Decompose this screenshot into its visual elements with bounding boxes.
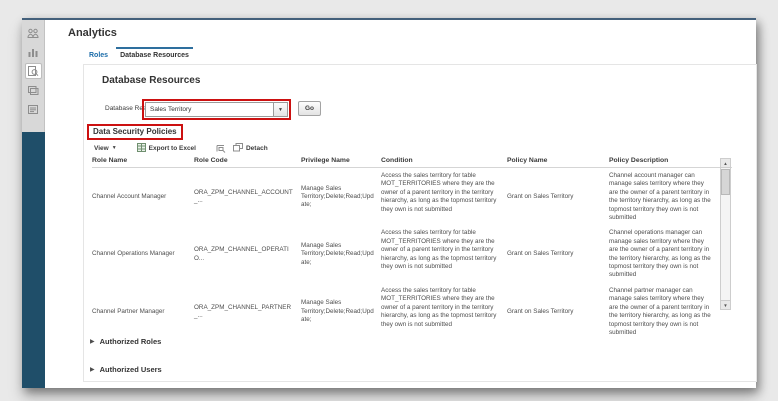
policies-toolbar: View ▼ Export to Excel Detach [94, 141, 268, 155]
cell-privilege-name: Manage Sales Territory;Delete;Read;Updat… [301, 184, 374, 209]
expand-triangle-icon: ▶ [90, 339, 95, 345]
table-row[interactable]: Channel Account Manager ORA_ZPM_CHANNEL_… [92, 168, 732, 225]
cell-privilege-name: Manage Sales Territory;Delete;Read;Updat… [301, 242, 374, 266]
resource-filter-row: Database Resource Sales Territory ▼ Go [84, 99, 756, 121]
column-header-policy-description[interactable]: Policy Description [609, 157, 718, 164]
dropdown-selected-value: Sales Territory [150, 106, 192, 113]
cell-policy-name: Grant on Sales Territory [507, 250, 574, 258]
query-by-example-button[interactable] [216, 144, 226, 153]
table-header-row: Role Name Role Code Privilege Name Condi… [92, 157, 732, 168]
pages-icon[interactable] [25, 82, 42, 98]
detach-label: Detach [245, 144, 268, 152]
authorized-users-label: Authorized Users [99, 365, 162, 374]
sidebar-icon-tray [22, 20, 45, 132]
table-scrollbar[interactable]: ▲ ▼ [720, 158, 731, 310]
authorized-roles-label: Authorized Roles [99, 337, 162, 346]
authorized-users-section[interactable]: ▶ Authorized Users [90, 365, 162, 374]
cell-role-name: Channel Operations Manager [92, 250, 175, 258]
cell-role-name: Channel Account Manager [92, 193, 167, 201]
database-resources-panel: Database Resources Database Resource Sal… [83, 64, 757, 382]
column-header-policy-name[interactable]: Policy Name [507, 157, 609, 164]
scroll-up-icon[interactable]: ▲ [721, 159, 730, 168]
main-content: Analytics Roles Database Resources Datab… [45, 20, 757, 388]
go-button[interactable]: Go [298, 101, 322, 116]
cell-condition: Access the sales territory for table MOT… [381, 172, 497, 213]
database-resource-dropdown[interactable]: Sales Territory ▼ [145, 102, 288, 117]
cell-privilege-name: Manage Sales Territory;Delete;Read;Updat… [301, 299, 374, 324]
cell-role-code: ORA_ZPM_CHANNEL_OPERATIO... [194, 246, 289, 262]
chevron-down-icon[interactable]: ▼ [273, 103, 287, 116]
authorized-roles-section[interactable]: ▶ Authorized Roles [90, 337, 161, 346]
cell-policy-description: Channel account manager can manage sales… [609, 172, 711, 222]
cell-policy-name: Grant on Sales Territory [507, 307, 574, 315]
policies-table: Role Name Role Code Privilege Name Condi… [92, 157, 732, 340]
tab-database-resources[interactable]: Database Resources [116, 47, 193, 65]
column-header-privilege-name[interactable]: Privilege Name [301, 157, 381, 164]
cell-role-code: ORA_ZPM_CHANNEL_ACCOUNT_... [194, 188, 293, 205]
excel-grid-icon [136, 142, 146, 154]
tab-bar: Roles Database Resources [89, 47, 193, 65]
detach-button[interactable]: Detach [232, 142, 268, 154]
annotation-box-policies-title: Data Security Policies [87, 121, 183, 140]
form-list-icon[interactable] [25, 101, 42, 117]
column-header-condition[interactable]: Condition [381, 157, 507, 164]
scrollbar-thumb[interactable] [721, 169, 730, 195]
caret-down-icon: ▼ [111, 145, 117, 151]
cell-policy-description: Channel operations manager can manage sa… [609, 229, 711, 279]
view-menu-label: View [94, 144, 109, 152]
left-sidebar [22, 20, 45, 388]
scroll-down-icon[interactable]: ▼ [721, 300, 730, 309]
export-to-excel-button[interactable]: Export to Excel [136, 142, 196, 154]
cell-policy-name: Grant on Sales Territory [507, 193, 574, 201]
people-icon[interactable] [25, 25, 42, 41]
cell-policy-description: Channel partner manager can manage sales… [609, 286, 711, 336]
annotation-box-dropdown: Sales Territory ▼ [142, 99, 291, 120]
table-row[interactable]: Channel Partner Manager ORA_ZPM_CHANNEL_… [92, 283, 732, 340]
cell-role-name: Channel Partner Manager [92, 307, 165, 315]
query-by-example-icon [216, 144, 226, 153]
policies-section-title: Data Security Policies [87, 124, 183, 140]
cell-condition: Access the sales territory for table MOT… [381, 229, 497, 271]
report-search-icon[interactable] [24, 63, 42, 79]
cell-role-code: ORA_ZPM_CHANNEL_PARTNER_... [194, 303, 292, 320]
tab-roles[interactable]: Roles [89, 47, 108, 65]
page-title: Analytics [68, 27, 117, 39]
detach-window-icon [232, 142, 243, 154]
section-title: Database Resources [102, 75, 201, 86]
table-row[interactable]: Channel Operations Manager ORA_ZPM_CHANN… [92, 225, 732, 282]
analytics-window: Analytics Roles Database Resources Datab… [22, 18, 757, 388]
export-to-excel-label: Export to Excel [148, 144, 196, 152]
column-header-role-code[interactable]: Role Code [194, 157, 301, 164]
expand-triangle-icon: ▶ [90, 367, 95, 373]
cell-condition: Access the sales territory for table MOT… [381, 286, 497, 328]
bar-chart-icon[interactable] [25, 44, 42, 60]
column-header-role-name[interactable]: Role Name [92, 157, 194, 164]
sidebar-background [22, 132, 45, 388]
view-menu-button[interactable]: View ▼ [94, 145, 117, 152]
